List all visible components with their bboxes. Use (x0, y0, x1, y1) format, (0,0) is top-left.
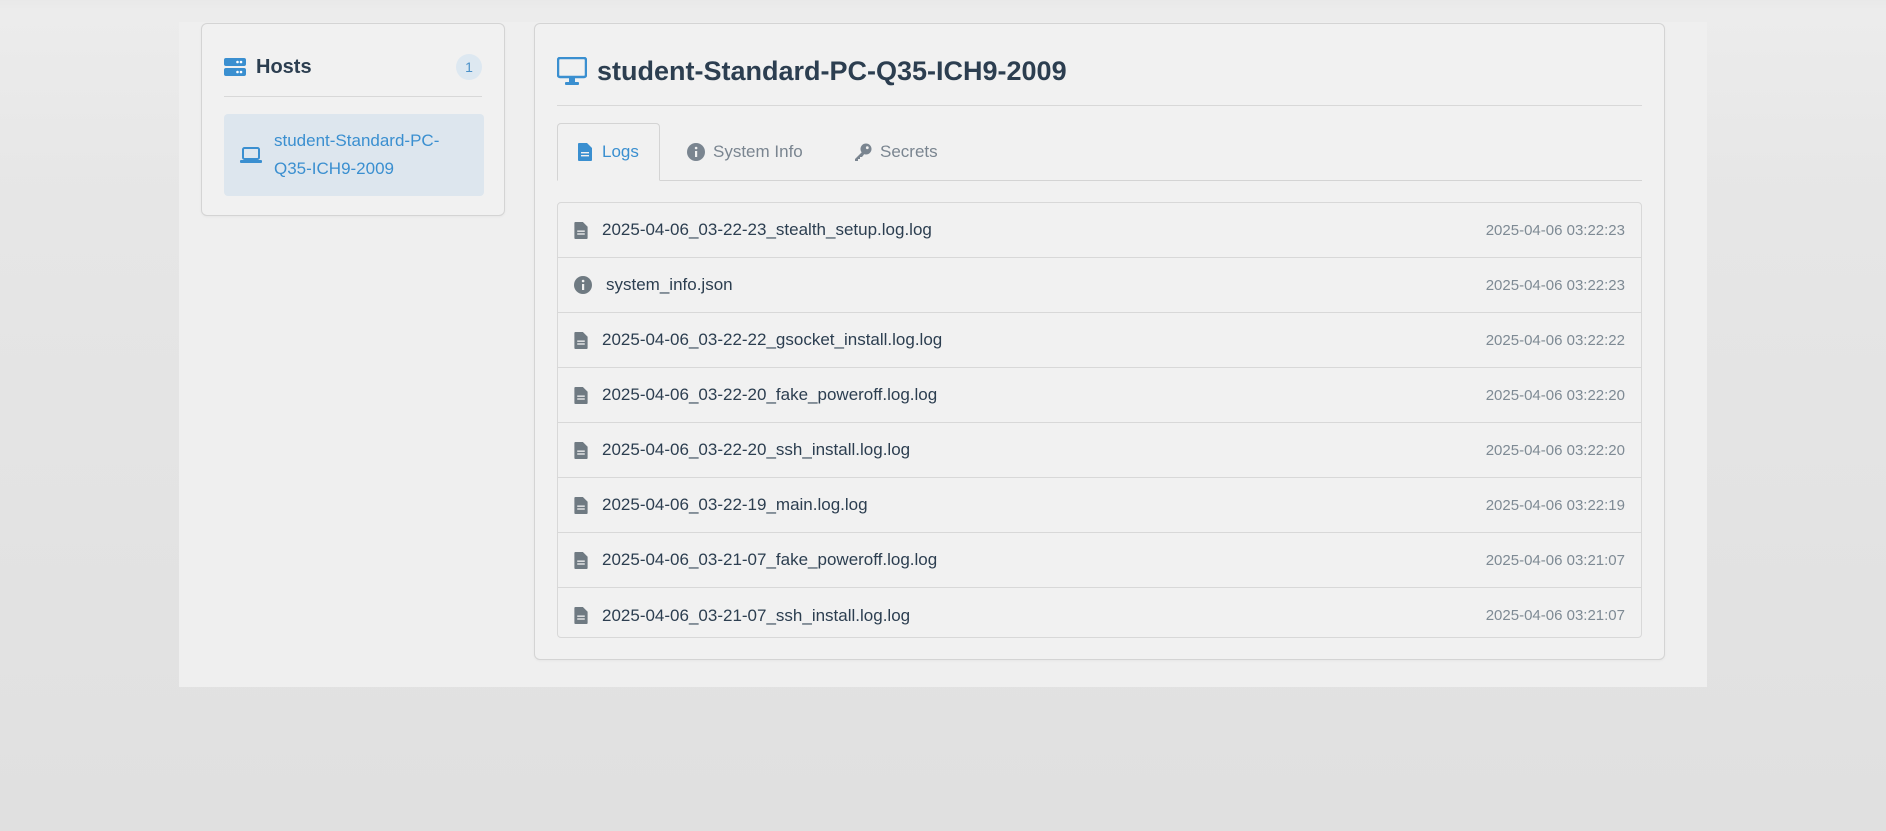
tab-system-info[interactable]: System Info (687, 123, 803, 180)
log-filename: 2025-04-06_03-22-23_stealth_setup.log.lo… (602, 220, 932, 239)
tab-label: Secrets (880, 141, 938, 161)
log-filename: 2025-04-06_03-22-20_fake_poweroff.log.lo… (602, 385, 938, 404)
log-timestamp: 2025-04-06 03:22:20 (1485, 386, 1625, 404)
file-icon (574, 441, 588, 459)
log-timestamp: 2025-04-06 03:22:22 (1485, 331, 1625, 349)
info-circle-icon (574, 276, 592, 294)
host-header: student-Standard-PC-Q35-ICH9-2009 (556, 51, 1067, 91)
desktop-icon (556, 56, 588, 85)
sidebar-header: Hosts 1 (224, 50, 482, 84)
host-detail-panel: student-Standard-PC-Q35-ICH9-2009 Logs S… (534, 23, 1665, 660)
tab-label: Logs (602, 142, 639, 161)
server-icon (224, 58, 246, 76)
log-timestamp: 2025-04-06 03:22:23 (1485, 221, 1625, 239)
log-row[interactable]: 2025-04-06_03-22-22_gsocket_install.log.… (558, 313, 1641, 368)
file-icon (574, 221, 588, 239)
log-timestamp: 2025-04-06 03:22:19 (1485, 496, 1625, 514)
log-filename: 2025-04-06_03-21-07_ssh_install.log.log (602, 605, 911, 625)
header-divider (557, 105, 1642, 106)
tab-logs[interactable]: Logs (557, 123, 660, 181)
tab-secrets[interactable]: Secrets (854, 123, 938, 180)
log-list: 2025-04-06_03-22-23_stealth_setup.log.lo… (557, 202, 1642, 638)
file-icon (574, 551, 588, 569)
log-filename: 2025-04-06_03-22-19_main.log.log (602, 495, 868, 514)
log-filename: 2025-04-06_03-21-07_fake_poweroff.log.lo… (602, 550, 938, 569)
sidebar-item-host[interactable]: student-Standard-PC-Q35-ICH9-2009 (224, 114, 484, 196)
file-icon (574, 607, 588, 624)
sidebar-title: Hosts (256, 55, 312, 78)
tab-label: System Info (713, 141, 803, 161)
info-circle-icon (687, 142, 705, 161)
page-container: Hosts 1 student-Standard-PC-Q35-ICH9-200… (179, 22, 1707, 687)
log-row[interactable]: 2025-04-06_03-22-20_ssh_install.log.log … (558, 423, 1641, 478)
tab-bar: Logs System Info Secrets (557, 123, 1642, 181)
laptop-icon (240, 147, 262, 163)
log-filename: system_info.json (606, 275, 733, 294)
file-icon (574, 386, 588, 404)
log-row[interactable]: 2025-04-06_03-22-20_fake_poweroff.log.lo… (558, 368, 1641, 423)
log-filename: 2025-04-06_03-22-20_ssh_install.log.log (602, 440, 911, 459)
log-row[interactable]: 2025-04-06_03-22-23_stealth_setup.log.lo… (558, 203, 1641, 258)
log-timestamp: 2025-04-06 03:22:23 (1485, 276, 1625, 294)
key-icon (854, 143, 872, 161)
log-row[interactable]: system_info.json 2025-04-06 03:22:23 (558, 258, 1641, 313)
sidebar-item-label: student-Standard-PC-Q35-ICH9-2009 (274, 131, 440, 178)
log-filename: 2025-04-06_03-22-22_gsocket_install.log.… (602, 330, 943, 349)
sidebar-divider (224, 96, 482, 97)
log-row[interactable]: 2025-04-06_03-21-07_ssh_install.log.log … (558, 588, 1641, 637)
hosts-sidebar: Hosts 1 student-Standard-PC-Q35-ICH9-200… (201, 23, 505, 216)
file-icon (578, 143, 594, 161)
log-timestamp: 2025-04-06 03:21:07 (1485, 607, 1625, 624)
log-row[interactable]: 2025-04-06_03-21-07_fake_poweroff.log.lo… (558, 533, 1641, 588)
page-title: student-Standard-PC-Q35-ICH9-2009 (597, 55, 1067, 86)
log-timestamp: 2025-04-06 03:21:07 (1485, 551, 1625, 569)
log-row[interactable]: 2025-04-06_03-22-19_main.log.log 2025-04… (558, 478, 1641, 533)
log-timestamp: 2025-04-06 03:22:20 (1485, 441, 1625, 459)
file-icon (574, 331, 588, 349)
host-count-badge: 1 (456, 54, 482, 80)
file-icon (574, 496, 588, 514)
